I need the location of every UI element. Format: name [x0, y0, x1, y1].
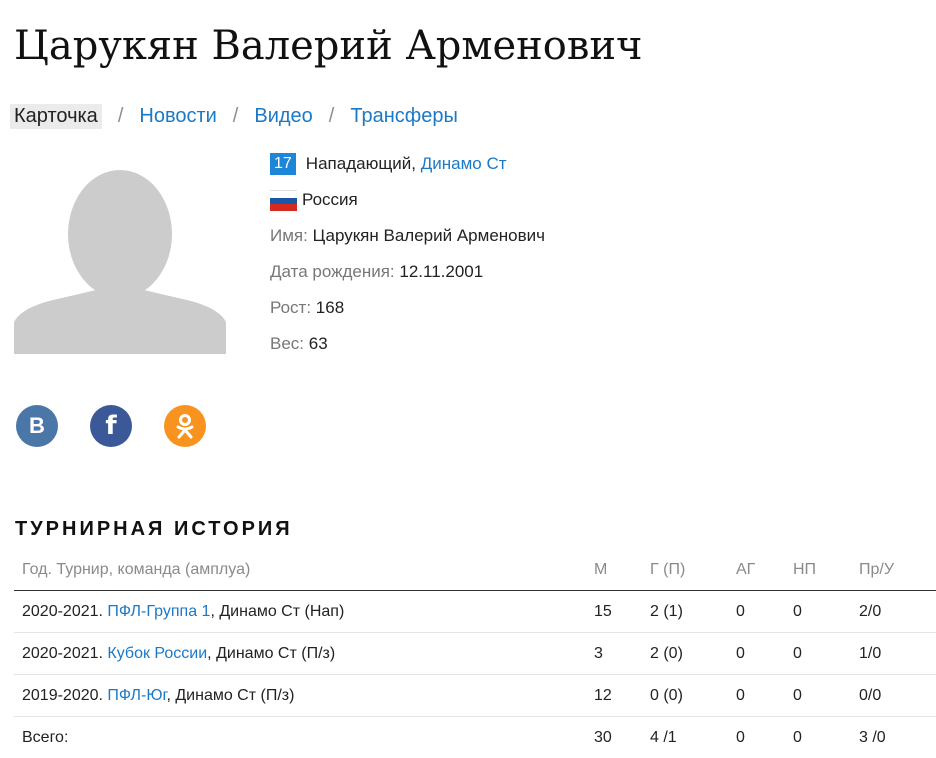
table-row: 2019-2020. ПФЛ-Юг, Динамо Ст (П/з) 12 0 … — [14, 675, 936, 717]
col-header-np: НП — [793, 550, 859, 591]
position: Нападающий — [306, 154, 412, 174]
country-row: Россия — [270, 182, 545, 218]
name-row: Имя: Царукян Валерий Арменович — [270, 218, 545, 254]
section-title: ТУРНИРНАЯ ИСТОРИЯ — [15, 518, 293, 541]
name-label: Имя: — [270, 226, 308, 246]
matches-cell: 15 — [594, 591, 650, 633]
total-cards: 3 /0 — [859, 717, 936, 758]
height-label: Рост: — [270, 298, 311, 318]
height: 168 — [316, 298, 344, 318]
total-label: Всего: — [14, 717, 594, 758]
tournament-link[interactable]: Кубок России — [107, 645, 207, 662]
shirt-number-badge: 17 — [270, 153, 296, 175]
odnoklassniki-share-button[interactable] — [164, 405, 206, 447]
birth-row: Дата рождения: 12.11.2001 — [270, 254, 545, 290]
np-cell: 0 — [793, 633, 859, 675]
total-row: Всего: 30 4 /1 0 0 3 /0 — [14, 717, 936, 758]
team-role: , Динамо Ст (Нап) — [210, 603, 344, 620]
tab-separator: / — [233, 105, 239, 128]
tab-card[interactable]: Карточка — [10, 104, 102, 129]
tournament-history-table: Год. Турнир, команда (амплуа) М Г (П) АГ… — [14, 550, 936, 758]
cards-cell: 1/0 — [859, 633, 936, 675]
tab-separator: / — [118, 105, 124, 128]
tab-news[interactable]: Новости — [139, 105, 216, 128]
team-role: , Динамо Ст (П/з) — [207, 645, 335, 662]
own-goals-cell: 0 — [736, 633, 793, 675]
own-goals-cell: 0 — [736, 591, 793, 633]
avatar-placeholder-icon — [14, 170, 226, 354]
weight-row: Вес: 63 — [270, 326, 545, 362]
team-role: , Динамо Ст (П/з) — [166, 687, 294, 704]
position-row: 17 Нападающий, Динамо Ст — [270, 146, 545, 182]
russia-flag-icon — [270, 190, 297, 210]
tab-video[interactable]: Видео — [254, 105, 312, 128]
goals-cell: 2 (1) — [650, 591, 736, 633]
table-row: 2020-2021. ПФЛ-Группа 1, Динамо Ст (Нап)… — [14, 591, 936, 633]
matches-cell: 3 — [594, 633, 650, 675]
birth-label: Дата рождения: — [270, 262, 395, 282]
weight-label: Вес: — [270, 334, 304, 354]
col-header-matches: М — [594, 550, 650, 591]
vk-share-button[interactable]: В — [16, 405, 58, 447]
full-name: Царукян Валерий Арменович — [313, 226, 545, 246]
tournament-link[interactable]: ПФЛ-Юг — [107, 687, 166, 704]
table-row: 2020-2021. Кубок России, Динамо Ст (П/з)… — [14, 633, 936, 675]
height-row: Рост: 168 — [270, 290, 545, 326]
facebook-share-button[interactable]: f — [90, 405, 132, 447]
matches-cell: 12 — [594, 675, 650, 717]
tab-separator: / — [329, 105, 335, 128]
tournament-link[interactable]: ПФЛ-Группа 1 — [107, 603, 210, 620]
player-info: 17 Нападающий, Динамо Ст Россия Имя: Цар… — [270, 146, 545, 362]
total-goals: 4 /1 — [650, 717, 736, 758]
total-matches: 30 — [594, 717, 650, 758]
total-np: 0 — [793, 717, 859, 758]
season: 2020-2021. — [22, 603, 103, 620]
vk-icon: В — [29, 413, 45, 439]
np-cell: 0 — [793, 675, 859, 717]
player-avatar — [14, 170, 226, 354]
season: 2019-2020. — [22, 687, 103, 704]
odnoklassniki-icon — [175, 413, 195, 439]
cards-cell: 0/0 — [859, 675, 936, 717]
col-header-cards: Пр/У — [859, 550, 936, 591]
country: Россия — [302, 190, 358, 210]
tabs-nav: Карточка / Новости / Видео / Трансферы — [10, 102, 458, 130]
weight: 63 — [309, 334, 328, 354]
col-header-own-goals: АГ — [736, 550, 793, 591]
club-link[interactable]: Динамо Ст — [421, 154, 507, 174]
facebook-icon: f — [105, 411, 116, 441]
page-title: Царукян Валерий Арменович — [14, 18, 643, 74]
np-cell: 0 — [793, 591, 859, 633]
total-own-goals: 0 — [736, 717, 793, 758]
table-header-row: Год. Турнир, команда (амплуа) М Г (П) АГ… — [14, 550, 936, 591]
season: 2020-2021. — [22, 645, 103, 662]
goals-cell: 0 (0) — [650, 675, 736, 717]
tab-transfers[interactable]: Трансферы — [350, 105, 457, 128]
goals-cell: 2 (0) — [650, 633, 736, 675]
own-goals-cell: 0 — [736, 675, 793, 717]
col-header-goals: Г (П) — [650, 550, 736, 591]
col-header-tournament: Год. Турнир, команда (амплуа) — [14, 550, 594, 591]
birth-date: 12.11.2001 — [399, 262, 483, 282]
cards-cell: 2/0 — [859, 591, 936, 633]
